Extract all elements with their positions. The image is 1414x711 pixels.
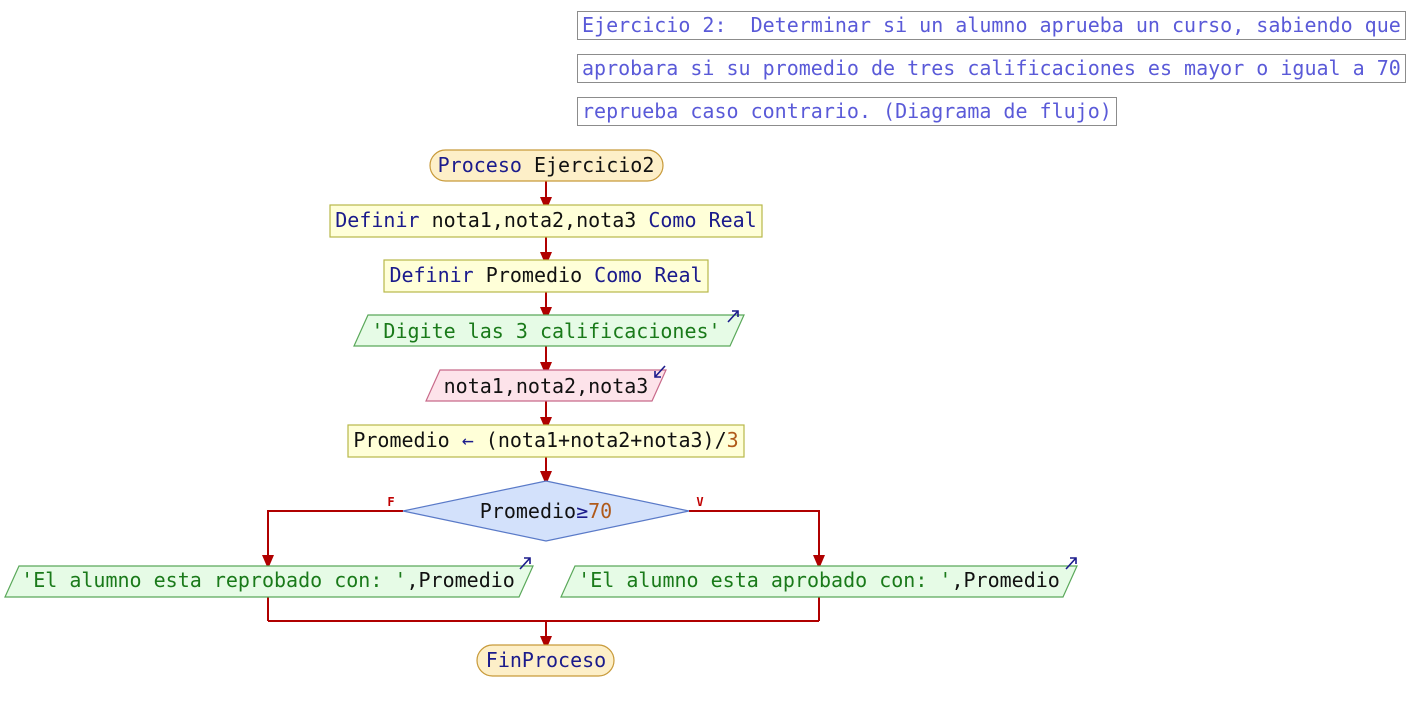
define-2-como: Como (594, 263, 642, 287)
define-1-vars: nota1,nota2,nota3 (432, 208, 637, 232)
output-true-sep: , (951, 568, 963, 592)
start-label: Proceso Ejercicio2 (438, 153, 655, 177)
define-2-type: Real (654, 263, 702, 287)
output-node-1: 'Digite las 3 calificaciones' (353, 310, 745, 347)
assign-expression: (nota1+nota2+nota3)/ (486, 428, 727, 452)
decision-value: 70 (588, 499, 612, 523)
output-true-var: Promedio (964, 568, 1060, 592)
assign-target: Promedio (353, 428, 449, 452)
input-node-1: nota1,nota2,nota3 (425, 365, 667, 402)
start-keyword: Proceso (438, 153, 522, 177)
assign-divisor: 3 (727, 428, 739, 452)
start-node: Proceso Ejercicio2 (429, 149, 664, 182)
decision-op: ≥ (576, 499, 588, 523)
false-branch-label: F (387, 495, 394, 509)
input-1-label: nota1,nota2,nota3 (444, 374, 649, 398)
decision-var: Promedio (480, 499, 576, 523)
decision-label: Promedio≥70 (480, 499, 612, 523)
output-true-label: 'El alumno esta aprobado con: ',Promedio (578, 568, 1060, 592)
output-false-text: 'El alumno esta reprobado con: ' (21, 568, 406, 592)
decision-node: Promedio≥70 F V (387, 480, 704, 542)
assign-label: Promedio ← (nota1+nota2+nota3)/3 (353, 428, 738, 452)
flowchart: Proceso Ejercicio2 Definir nota1,nota2,n… (4, 149, 1078, 677)
output-false-sep: , (406, 568, 418, 592)
assign-arrow: ← (462, 428, 474, 452)
connector-decision-false (262, 510, 403, 569)
output-1-text: 'Digite las 3 calificaciones' (371, 319, 720, 343)
end-keyword: FinProceso (486, 648, 606, 672)
end-node: FinProceso (476, 644, 615, 677)
input-1-vars: nota1,nota2,nota3 (444, 374, 649, 398)
define-node-1: Definir nota1,nota2,nota3 Como Real (329, 204, 763, 238)
output-node-false: 'El alumno esta reprobado con: ',Promedi… (4, 557, 534, 598)
true-branch-label: V (696, 495, 703, 509)
output-node-true: 'El alumno esta aprobado con: ',Promedio (560, 557, 1078, 598)
define-1-label: Definir nota1,nota2,nota3 Como Real (335, 208, 756, 232)
end-label: FinProceso (486, 648, 606, 672)
define-1-como: Como (648, 208, 696, 232)
output-true-text: 'El alumno esta aprobado con: ' (578, 568, 951, 592)
define-2-vars: Promedio (486, 263, 582, 287)
define-1-type: Real (709, 208, 757, 232)
define-2-label: Definir Promedio Como Real (389, 263, 702, 287)
output-false-label: 'El alumno esta reprobado con: ',Promedi… (21, 568, 515, 592)
define-1-keyword: Definir (335, 208, 419, 232)
output-1-label: 'Digite las 3 calificaciones' (371, 319, 720, 343)
define-2-keyword: Definir (389, 263, 473, 287)
process-name: Ejercicio2 (534, 153, 654, 177)
output-false-var: Promedio (419, 568, 515, 592)
define-node-2: Definir Promedio Como Real (383, 259, 709, 293)
connector-decision-true (689, 510, 825, 569)
assign-node: Promedio ← (nota1+nota2+nota3)/3 (347, 424, 745, 458)
